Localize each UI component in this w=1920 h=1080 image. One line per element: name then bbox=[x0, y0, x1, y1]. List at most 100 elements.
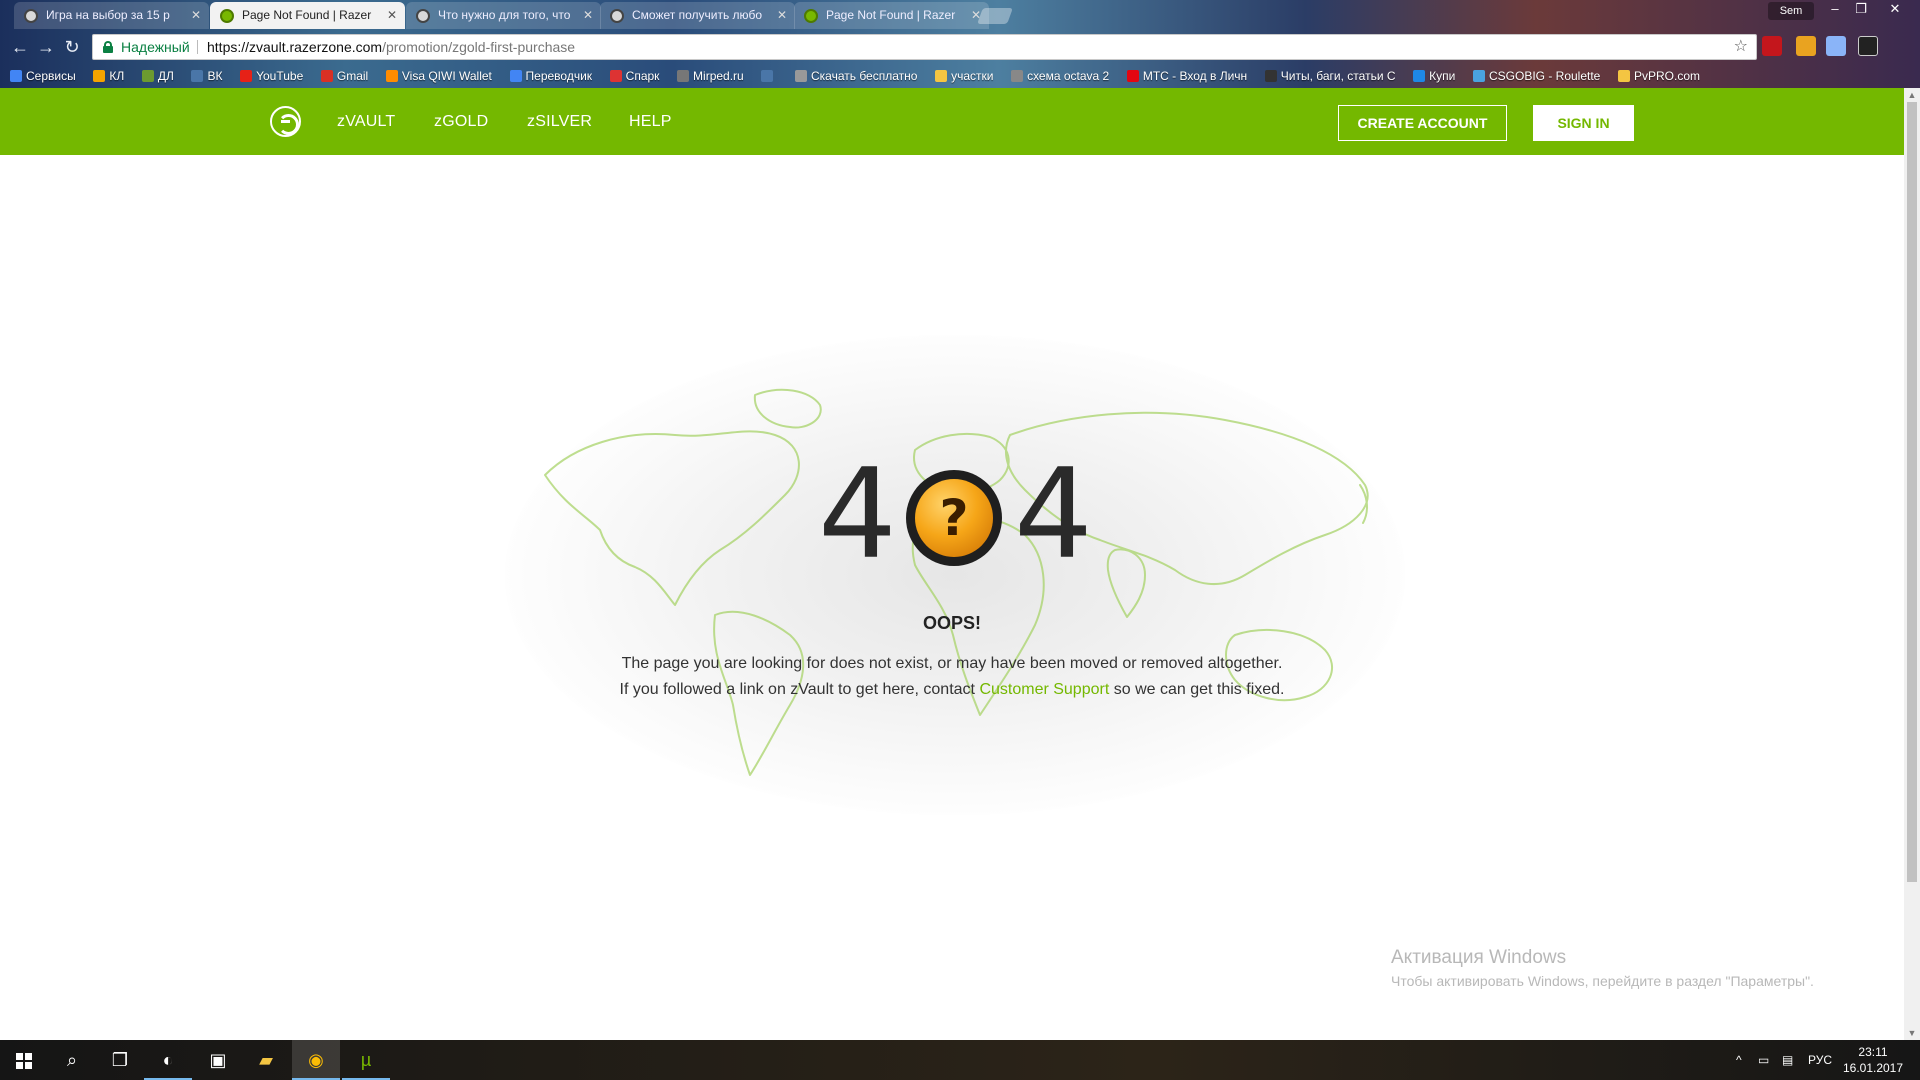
youtube-icon bbox=[240, 70, 253, 82]
bookmark-item[interactable]: YouTube bbox=[240, 65, 303, 88]
steam-app-icon[interactable]: ◐ bbox=[144, 1040, 192, 1080]
omnibox-divider bbox=[197, 40, 198, 54]
bookmark-star-icon[interactable]: ☆ bbox=[1734, 35, 1748, 59]
vk-icon bbox=[761, 70, 774, 82]
bookmark-item[interactable]: Сервисы bbox=[10, 65, 76, 88]
main-content: 4 ? 4 OOPS! The page you are looking for… bbox=[0, 155, 1904, 1040]
tab-close-icon[interactable]: ✕ bbox=[191, 2, 201, 29]
tab-1[interactable]: Игра на выбор за 15 р ✕ bbox=[14, 2, 209, 29]
mail-extension-icon[interactable] bbox=[1858, 36, 1878, 56]
zvault-logo-icon[interactable] bbox=[270, 106, 301, 137]
file-explorer-icon[interactable]: ▰ bbox=[242, 1040, 290, 1080]
tab-5[interactable]: Page Not Found | Razer ✕ bbox=[794, 2, 989, 29]
scroll-up-icon[interactable]: ▲ bbox=[1904, 88, 1920, 102]
bookmark-item[interactable]: Спарк bbox=[609, 65, 659, 88]
error-message-prefix: If you followed a link on zVault to get … bbox=[619, 681, 980, 698]
error-404-graphic: 4 ? 4 bbox=[800, 450, 1100, 580]
bookmark-item[interactable]: КЛ bbox=[93, 65, 124, 88]
bookmark-item[interactable]: ДЛ bbox=[141, 65, 174, 88]
customer-support-link[interactable]: Customer Support bbox=[979, 681, 1109, 698]
tab-close-icon[interactable]: ✕ bbox=[387, 2, 397, 29]
utorrent-app-icon[interactable]: µ bbox=[342, 1040, 390, 1080]
tab-close-icon[interactable]: ✕ bbox=[583, 2, 593, 29]
bookmark-item[interactable]: Mirped.ru bbox=[677, 65, 744, 88]
reload-icon[interactable]: ↻ bbox=[60, 35, 84, 59]
clock-date: 16.01.2017 bbox=[1842, 1061, 1904, 1075]
system-clock[interactable]: 23:11 16.01.2017 bbox=[1838, 1044, 1908, 1076]
nav-zsilver[interactable]: zSILVER bbox=[527, 88, 592, 155]
computer-app-icon[interactable]: ▣ bbox=[194, 1040, 242, 1080]
folder-icon bbox=[935, 70, 948, 82]
bookmark-item[interactable] bbox=[761, 65, 777, 88]
bookmark-item[interactable]: ВК bbox=[191, 65, 222, 88]
bookmark-item[interactable]: Переводчик bbox=[509, 65, 592, 88]
map-india bbox=[1106, 548, 1146, 618]
clock-time: 23:11 bbox=[1858, 1045, 1888, 1059]
nav-zvault[interactable]: zVAULT bbox=[337, 88, 395, 155]
nav-help[interactable]: HELP bbox=[629, 88, 672, 155]
mts-icon bbox=[1126, 70, 1139, 82]
tab-4[interactable]: Сможет получить любо ✕ bbox=[600, 2, 795, 29]
download-extension-icon[interactable] bbox=[1826, 36, 1846, 56]
forward-arrow-icon[interactable]: → bbox=[34, 35, 58, 59]
window-close-icon[interactable]: ✕ bbox=[1880, 0, 1910, 18]
bookmark-item[interactable]: МТС - Вход в Личн bbox=[1126, 65, 1247, 88]
profile-button[interactable]: Sem bbox=[1768, 2, 1814, 20]
bookmark-favicon-icon bbox=[1617, 70, 1630, 82]
search-icon[interactable]: ⌕ bbox=[48, 1040, 96, 1080]
create-account-button[interactable]: CREATE ACCOUNT bbox=[1338, 105, 1507, 141]
bookmark-favicon-icon bbox=[609, 70, 622, 82]
question-coin-icon: ? bbox=[906, 470, 1002, 566]
url-path: /promotion/zgold-first-purchase bbox=[382, 39, 576, 55]
tray-chevron-icon[interactable]: ^ bbox=[1736, 1040, 1742, 1080]
scroll-down-icon[interactable]: ▼ bbox=[1904, 1026, 1920, 1040]
extension-orange-icon[interactable] bbox=[1796, 36, 1816, 56]
language-indicator[interactable]: РУС bbox=[1808, 1040, 1832, 1080]
bookmark-item[interactable]: схема octava 2 bbox=[1011, 65, 1109, 88]
extension-red-icon[interactable] bbox=[1762, 36, 1782, 56]
network-icon[interactable]: ▭ bbox=[1758, 1040, 1769, 1080]
bookmark-favicon-icon bbox=[677, 70, 690, 82]
new-tab-button[interactable] bbox=[977, 8, 1013, 24]
scroll-thumb[interactable] bbox=[1907, 102, 1917, 882]
chrome-app-icon[interactable]: ◉ bbox=[292, 1040, 340, 1080]
tab-3[interactable]: Что нужно для того, что ✕ bbox=[406, 2, 601, 29]
bookmark-item[interactable]: Visa QIWI Wallet bbox=[385, 65, 492, 88]
bookmark-item[interactable]: участки bbox=[935, 65, 993, 88]
bookmark-item[interactable]: Gmail bbox=[320, 65, 368, 88]
task-view-icon[interactable]: ❐ bbox=[96, 1040, 144, 1080]
tab-2[interactable]: Page Not Found | Razer ✕ bbox=[210, 2, 405, 29]
windows-activation-title: Активация Windows bbox=[1391, 947, 1567, 968]
bookmark-item[interactable]: CSGOBIG - Roulette bbox=[1472, 65, 1600, 88]
tab-favicon-icon bbox=[416, 9, 430, 23]
bookmarks-bar: Сервисы КЛ ДЛ ВК YouTube Gmail Visa QIWI… bbox=[0, 65, 1920, 88]
bookmark-item[interactable]: Читы, баги, статьи С bbox=[1264, 65, 1396, 88]
restore-icon[interactable]: ❐ bbox=[1846, 0, 1876, 18]
site-header: zVAULT zGOLD zSILVER HELP CREATE ACCOUNT… bbox=[0, 88, 1904, 155]
translate-icon bbox=[509, 70, 522, 82]
bookmark-item[interactable]: Скачать бесплатно bbox=[794, 65, 917, 88]
vk-icon bbox=[191, 70, 204, 82]
bookmark-favicon-icon bbox=[1264, 70, 1277, 82]
address-bar[interactable]: Надежный https://zvault.razerzone.com/pr… bbox=[92, 34, 1757, 60]
error-digit-right: 4 bbox=[1014, 443, 1093, 587]
sign-in-button[interactable]: SIGN IN bbox=[1533, 105, 1634, 141]
start-button[interactable] bbox=[0, 1040, 48, 1080]
tab-favicon-icon bbox=[610, 9, 624, 23]
gmail-icon bbox=[320, 70, 333, 82]
tab-strip: Игра на выбор за 15 р ✕ Page Not Found |… bbox=[0, 0, 1920, 29]
bookmark-item[interactable]: Купи bbox=[1413, 65, 1455, 88]
bookmark-item[interactable]: PvPRO.com bbox=[1617, 65, 1700, 88]
error-digit-left: 4 bbox=[818, 443, 897, 587]
error-message-line-1: The page you are looking for does not ex… bbox=[621, 655, 1283, 672]
nav-zgold[interactable]: zGOLD bbox=[434, 88, 488, 155]
back-arrow-icon[interactable]: ← bbox=[8, 35, 32, 59]
error-message-line-2: If you followed a link on zVault to get … bbox=[0, 681, 1904, 699]
windows-activation-text: Чтобы активировать Windows, перейдите в … bbox=[1391, 973, 1814, 989]
url-host: https://zvault.razerzone.com bbox=[207, 39, 383, 55]
tab-close-icon[interactable]: ✕ bbox=[777, 2, 787, 29]
url-text[interactable]: https://zvault.razerzone.com/promotion/z… bbox=[207, 35, 575, 59]
notification-icon[interactable]: ▤ bbox=[1782, 1040, 1793, 1080]
bookmark-favicon-icon bbox=[1011, 70, 1024, 82]
page-scrollbar[interactable]: ▲ ▼ bbox=[1904, 88, 1920, 1040]
